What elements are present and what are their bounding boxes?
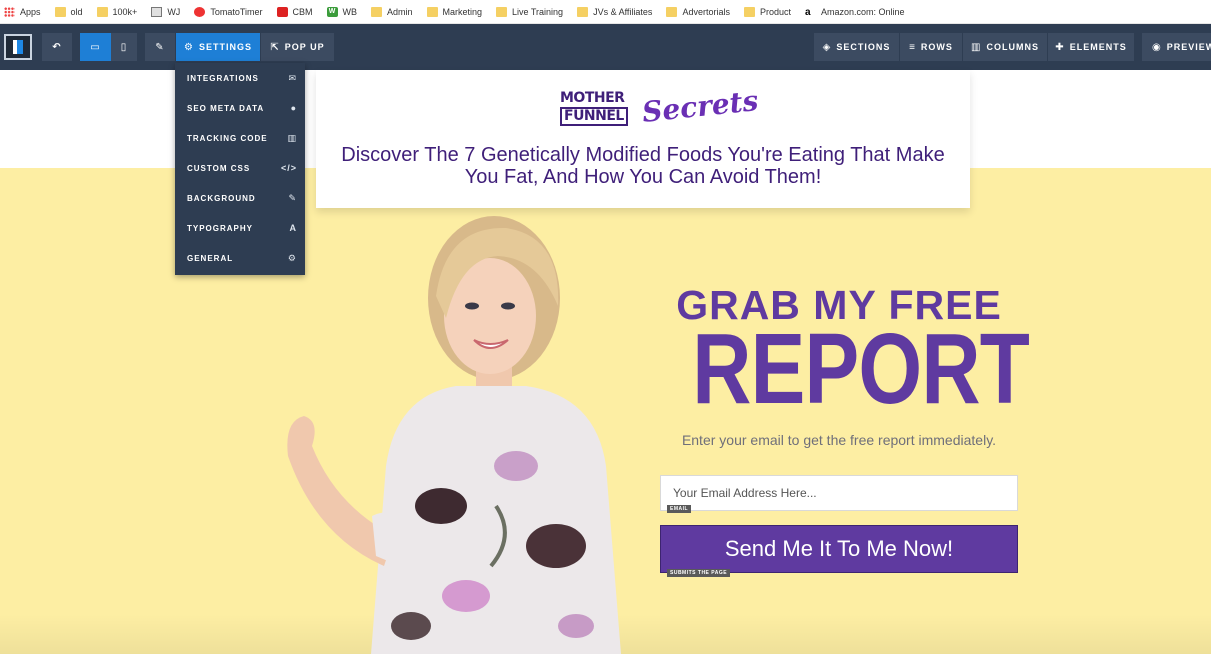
eye-icon: ◉ <box>1152 41 1162 53</box>
mobile-view-button[interactable]: ▯ <box>111 33 137 61</box>
bookmarks-bar: Apps old 100k+ WJ TomatoTimer CBM W WB Ad… <box>0 0 1211 24</box>
preview-button[interactable]: ◉ PREVIEW <box>1142 33 1211 61</box>
folder-icon <box>371 6 382 17</box>
amazon-icon: a <box>805 6 811 18</box>
submit-button[interactable]: Send Me It To Me Now! <box>660 525 1018 573</box>
folder-icon <box>743 6 755 17</box>
mobile-icon: ▯ <box>120 41 128 53</box>
settings-dropdown: INTEGRATIONS ✉ SEO META DATA ● TRACKING CO… <box>175 63 305 275</box>
menu-item-tracking-code[interactable]: TRACKING CODE ▥ <box>175 123 305 153</box>
bookmark-tomatotimer[interactable]: TomatoTimer <box>194 6 263 17</box>
settings-button[interactable]: ⚙ SETTINGS <box>176 33 260 61</box>
bookmark-advertorials[interactable]: Advertorials <box>666 6 730 17</box>
email-field[interactable] <box>660 475 1018 511</box>
external-link-icon: ⇱ <box>270 41 280 53</box>
elements-button[interactable]: ✚ ELEMENTS <box>1048 33 1134 61</box>
brand-wordmark: MOTHER FUNNEL <box>560 90 638 126</box>
cube-icon: ◈ <box>822 41 832 53</box>
menu-item-background[interactable]: BACKGROUND ✎ <box>175 183 305 213</box>
bookmark-jvs-affiliates[interactable]: JVs & Affiliates <box>577 6 652 17</box>
menu-item-custom-css[interactable]: CUSTOM CSS </> <box>175 153 305 183</box>
bar-chart-icon: ▥ <box>287 132 297 143</box>
envelope-icon: ✉ <box>288 72 297 83</box>
folder-icon <box>577 6 589 17</box>
header-card[interactable]: MOTHER FUNNEL Secrets Discover The 7 Gen… <box>316 70 970 208</box>
sections-button[interactable]: ◈ SECTIONS <box>814 33 899 61</box>
clickfunnels-logo[interactable] <box>4 34 32 60</box>
brush-icon: ✎ <box>288 192 297 203</box>
report-heading[interactable]: REPORT <box>692 308 1030 430</box>
bookmark-cbm[interactable]: CBM <box>276 6 313 17</box>
undo-icon: ↶ <box>52 41 62 53</box>
rows-icon: ≡ <box>909 41 916 53</box>
menu-item-typography[interactable]: TYPOGRAPHY A <box>175 213 305 243</box>
cbm-icon <box>276 6 288 17</box>
bookmark-100k[interactable]: 100k+ <box>96 6 137 17</box>
columns-button[interactable]: ▥ COLUMNS <box>963 33 1047 61</box>
submit-button-tag: SUBMITS THE PAGE <box>667 569 731 577</box>
bookmark-old[interactable]: old <box>54 6 83 17</box>
brand-line-2: FUNNEL <box>560 107 628 126</box>
folder-icon <box>54 6 66 17</box>
menu-item-general[interactable]: GENERAL ⚙ <box>175 243 305 273</box>
globe-icon: ● <box>290 103 297 113</box>
brush-icon: ✎ <box>155 41 165 53</box>
folder-icon <box>426 6 438 17</box>
bookmark-live-training[interactable]: Live Training <box>496 6 563 17</box>
code-icon: </> <box>280 163 297 173</box>
desktop-view-button[interactable]: ▭ <box>80 33 111 61</box>
paint-button[interactable]: ✎ <box>145 33 175 61</box>
brand-line-1: MOTHER <box>560 90 625 106</box>
undo-button[interactable]: ↶ <box>42 33 72 61</box>
site-icon <box>151 6 163 17</box>
subheadline[interactable]: Enter your email to get the free report … <box>660 432 1018 448</box>
folder-icon <box>666 6 678 17</box>
wb-icon: W <box>326 6 338 17</box>
folder-icon <box>496 6 508 17</box>
bookmark-wj[interactable]: WJ <box>151 6 180 17</box>
bookmark-product[interactable]: Product <box>743 6 791 17</box>
gears-icon: ⚙ <box>184 41 194 53</box>
folder-icon <box>96 6 108 17</box>
logo-mark-icon <box>13 40 23 54</box>
desktop-icon: ▭ <box>90 41 101 53</box>
menu-item-integrations[interactable]: INTEGRATIONS ✉ <box>175 63 305 93</box>
bookmark-marketing[interactable]: Marketing <box>426 6 482 17</box>
email-field-tag: EMAIL <box>667 505 692 513</box>
font-icon: A <box>289 223 297 233</box>
bookmark-wb[interactable]: W WB <box>326 6 357 17</box>
menu-item-seo-meta-data[interactable]: SEO META DATA ● <box>175 93 305 123</box>
apps-grid-icon <box>4 6 15 17</box>
rows-button[interactable]: ≡ ROWS <box>900 33 962 61</box>
woman-photo[interactable] <box>276 206 626 654</box>
page-headline[interactable]: Discover The 7 Genetically Modified Food… <box>336 144 950 188</box>
gear-icon: ⚙ <box>287 252 297 263</box>
puzzle-icon: ✚ <box>1055 41 1065 53</box>
popup-button[interactable]: ⇱ POP UP <box>261 33 334 61</box>
bookmark-amazon[interactable]: a Amazon.com: Online <box>805 6 905 18</box>
bookmark-admin[interactable]: Admin <box>371 6 413 17</box>
bookmark-apps[interactable]: Apps <box>4 6 41 17</box>
columns-icon: ▥ <box>971 41 982 53</box>
tomato-icon <box>194 6 206 17</box>
brand-logo: MOTHER FUNNEL Secrets <box>560 84 760 130</box>
brand-script: Secrets <box>640 84 760 129</box>
